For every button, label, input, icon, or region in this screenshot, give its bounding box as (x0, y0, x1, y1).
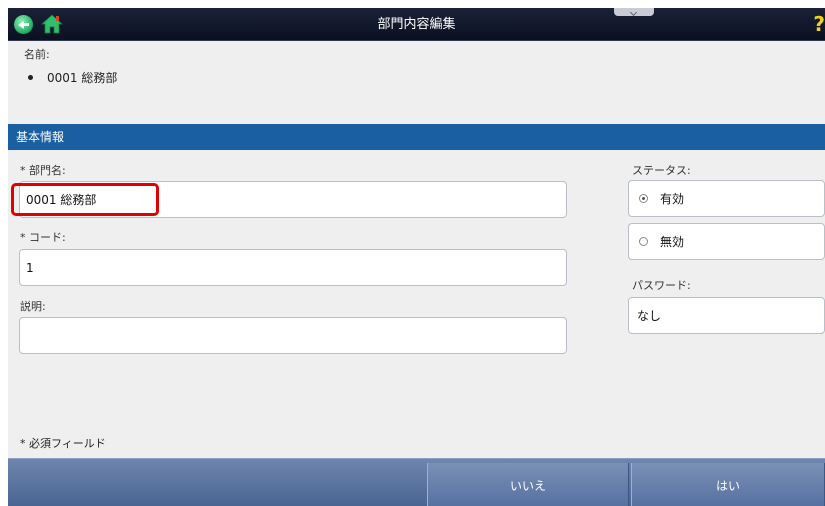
department-name-input[interactable]: 0001 総務部 (19, 181, 567, 218)
status-label: ステータス: (632, 164, 691, 177)
status-option-disabled[interactable]: 無効 (628, 223, 825, 260)
code-input[interactable]: 1 (19, 249, 567, 286)
password-value: なし (637, 309, 662, 323)
title-bar: 部門内容編集 ? (8, 8, 825, 41)
name-label: 名前: (24, 48, 50, 61)
code-value: 1 (26, 260, 34, 275)
code-label: * コード: (20, 231, 66, 244)
radio-unselected-icon (639, 237, 648, 246)
name-value: 0001 総務部 (28, 69, 117, 86)
yes-button-label: はい (715, 478, 740, 493)
status-option-enabled-label: 有効 (660, 192, 685, 206)
department-name-value: 0001 総務部 (26, 193, 97, 207)
radio-selected-icon (639, 194, 648, 203)
no-button-label: いいえ (509, 478, 546, 493)
department-name-label: * 部門名: (20, 164, 66, 177)
status-option-disabled-label: 無効 (660, 235, 685, 249)
description-input[interactable] (19, 317, 567, 354)
no-button[interactable]: いいえ (427, 463, 629, 506)
name-value-text: 0001 総務部 (47, 71, 118, 85)
password-label: パスワード: (632, 279, 691, 292)
help-icon[interactable]: ? (813, 11, 825, 37)
required-fields-note: * 必須フィールド (20, 437, 106, 450)
section-header: 基本情報 (8, 124, 825, 150)
yes-button[interactable]: はい (631, 463, 825, 506)
description-label: 説明: (20, 300, 46, 313)
status-option-enabled[interactable]: 有効 (628, 180, 825, 217)
app-window: 部門内容編集 ? 名前: 0001 総務部 基本情報 * 部門名: 0001 総… (8, 8, 825, 506)
footer-bar: いいえ はい (8, 458, 825, 506)
password-input[interactable]: なし (628, 297, 825, 334)
bullet-icon (28, 75, 33, 80)
page-title: 部門内容編集 (377, 17, 456, 32)
